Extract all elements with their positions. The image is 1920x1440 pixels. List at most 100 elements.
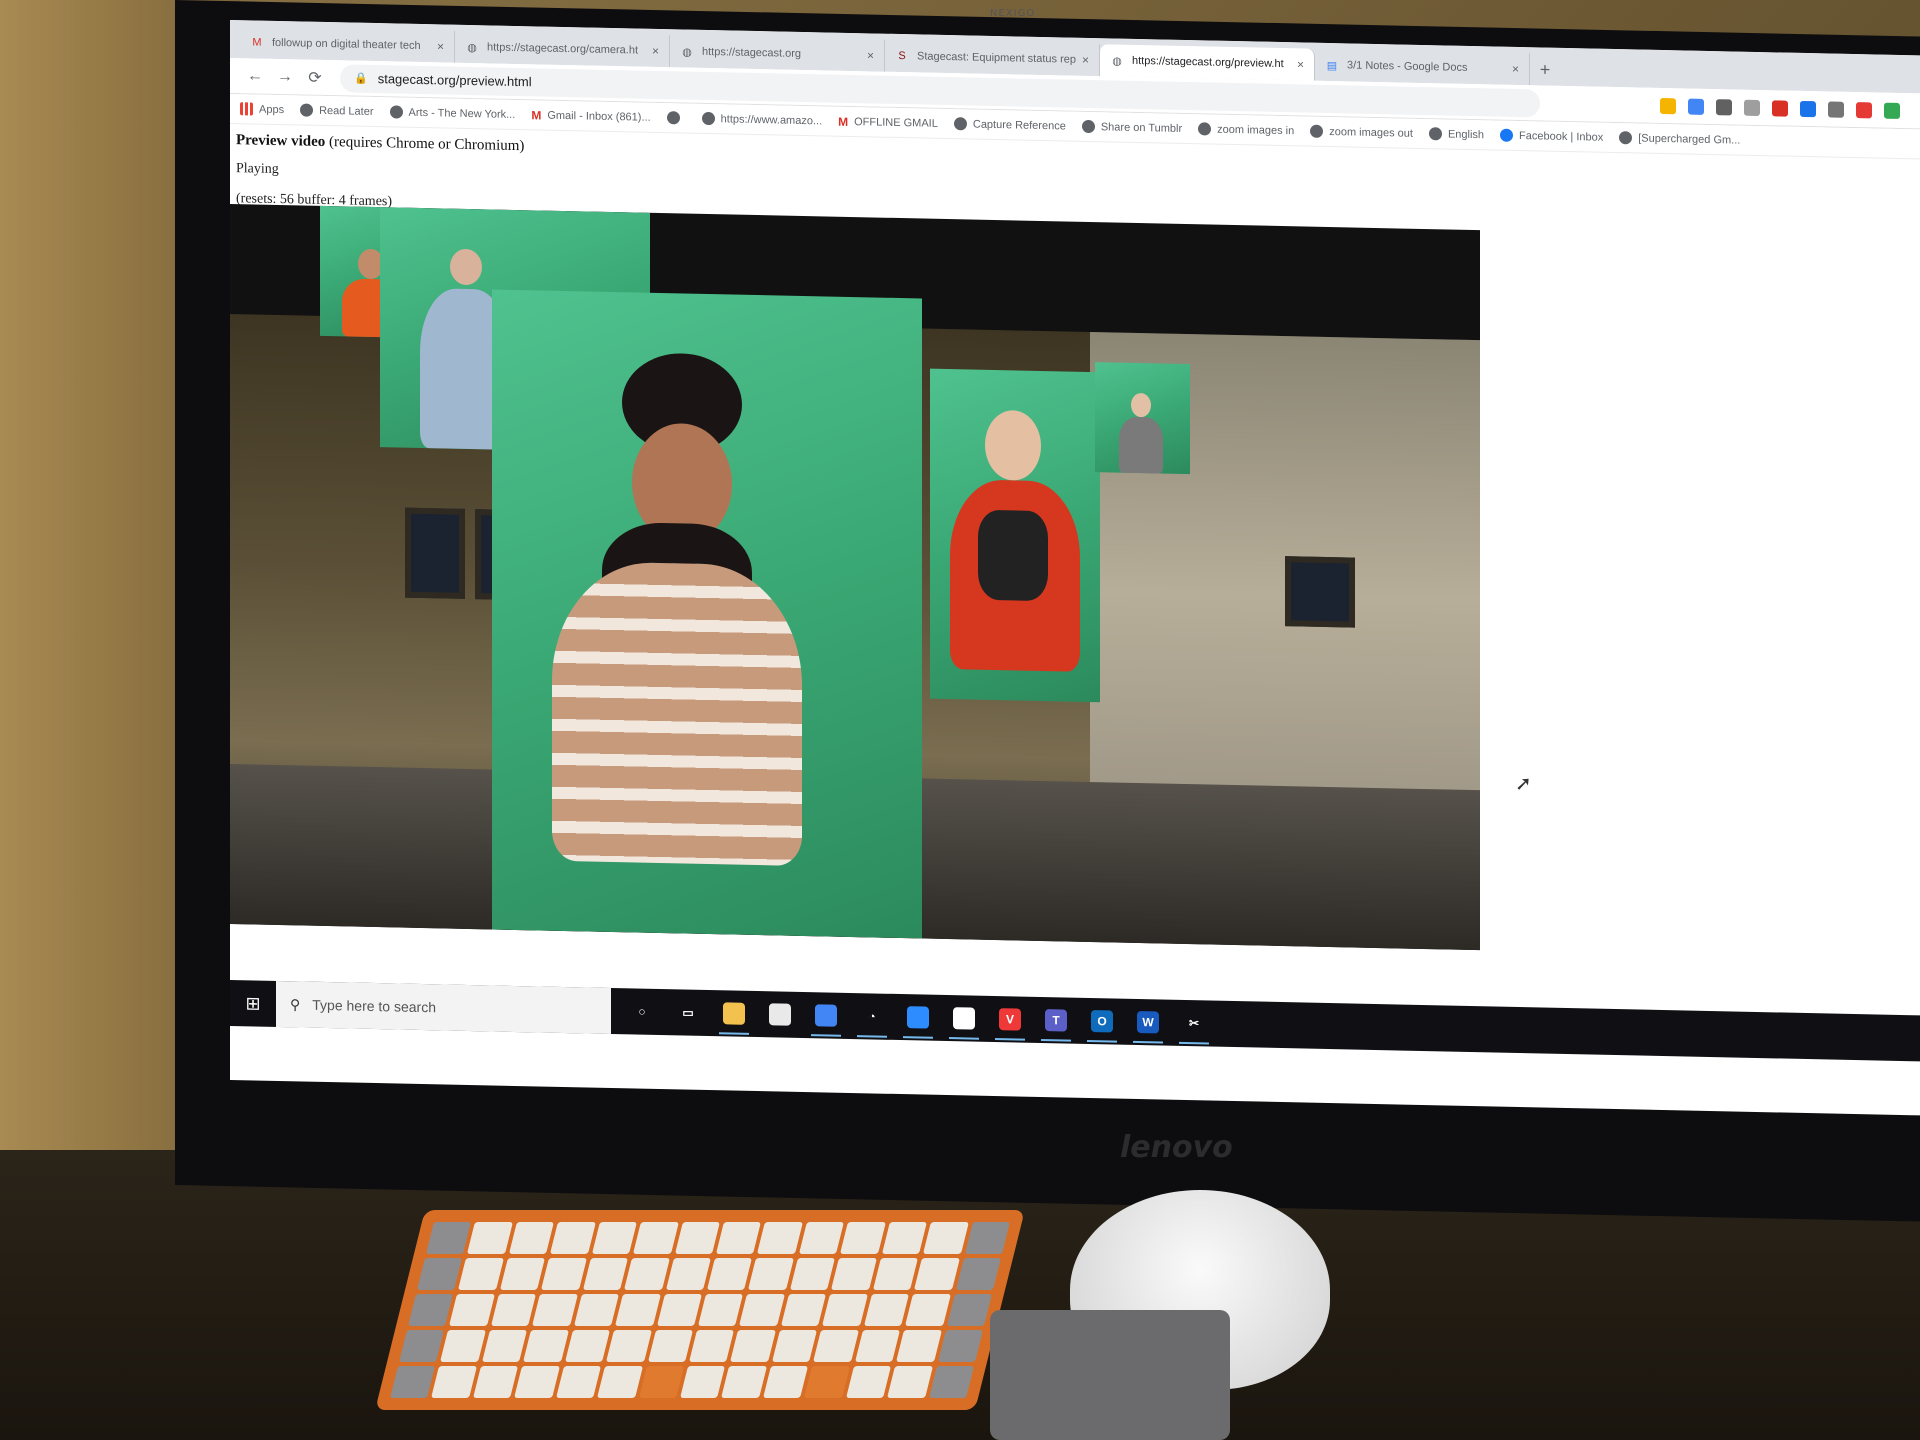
gmail-icon: M [531, 108, 542, 123]
tab-close-icon[interactable]: × [867, 48, 874, 62]
keyboard-key [706, 1258, 753, 1290]
keyboard-key [771, 1330, 818, 1362]
keyboard-key [872, 1258, 919, 1290]
bookmark-item[interactable]: zoom images in [1198, 122, 1294, 137]
tab-close-icon[interactable]: × [437, 39, 444, 53]
window-pane [405, 507, 465, 599]
browser-tab[interactable]: ◍ https://stagecast.org/camera.ht × [455, 30, 670, 68]
extension-icon[interactable] [1772, 99, 1788, 117]
file-explorer-icon[interactable] [711, 990, 757, 1037]
browser-tab[interactable]: ◍ https://stagecast.org/preview.ht × [1100, 44, 1315, 81]
bookmark-item[interactable]: Share on Tumblr [1081, 119, 1183, 135]
stanford-icon: S [898, 49, 906, 63]
keyboard-key [449, 1294, 495, 1326]
word-icon[interactable]: W [1125, 999, 1171, 1046]
bookmark-item[interactable]: Capture Reference [953, 117, 1066, 132]
extension-icon[interactable] [1884, 102, 1900, 119]
back-button[interactable]: ← [240, 67, 270, 86]
preview-video[interactable] [230, 204, 1480, 951]
reload-button[interactable]: ⟳ [300, 67, 330, 88]
task-view-icon[interactable]: ▭ [665, 989, 711, 1036]
bookmark-item[interactable]: M Gmail - Inbox (861)... [531, 108, 650, 123]
keyboard-key [633, 1222, 679, 1254]
new-tab-button[interactable]: + [1530, 53, 1560, 86]
snip-icon[interactable]: ✂ [1171, 1000, 1217, 1047]
bookmark-item[interactable]: zoom images out [1310, 124, 1413, 140]
extension-icon[interactable] [1716, 98, 1732, 115]
tab-close-icon[interactable]: × [1082, 53, 1089, 67]
keyboard-key [780, 1294, 827, 1326]
browser-tab[interactable]: S Stagecast: Equipment status rep × [885, 39, 1100, 77]
globe-icon [953, 117, 967, 131]
bookmark-item[interactable]: M OFFLINE GMAIL [838, 115, 938, 130]
bookmark-item[interactable]: Facebook | Inbox [1500, 128, 1604, 144]
keyboard-key [638, 1366, 685, 1398]
keyboard-key [541, 1258, 587, 1290]
extension-icon[interactable] [1744, 99, 1760, 116]
slack-icon[interactable] [941, 995, 987, 1042]
taskbar-search-box[interactable]: ⚲ Type here to search [276, 980, 611, 1034]
bookmark-label: English [1447, 128, 1485, 141]
bookmark-label: Share on Tumblr [1100, 120, 1183, 135]
bookmark-item[interactable]: Apps [240, 102, 284, 116]
keyboard-key [689, 1330, 735, 1362]
keyboard-key [458, 1258, 504, 1290]
windows-start-icon[interactable]: ⊞ [230, 980, 276, 1027]
keyboard-key [789, 1258, 836, 1290]
keyboard-key [748, 1258, 794, 1290]
keyboard-key [887, 1366, 933, 1398]
bookmark-label: zoom images in [1217, 123, 1295, 137]
extension-icon[interactable] [1856, 101, 1872, 118]
keyboard-key [914, 1258, 960, 1290]
keyboard-key [514, 1366, 560, 1398]
taskbar-app-glyph [769, 1003, 791, 1026]
tab-close-icon[interactable]: × [1297, 57, 1304, 71]
keyboard-key [523, 1330, 569, 1362]
url-text: stagecast.org/preview.html [377, 71, 532, 90]
tab-close-icon[interactable]: × [652, 44, 659, 58]
bookmark-item[interactable]: https://www.amazo... [701, 111, 823, 128]
bookmark-item[interactable]: English [1428, 127, 1485, 141]
bookmark-item[interactable]: [Supercharged Gm... [1619, 131, 1740, 147]
browser-tab[interactable]: ▤ 3/1 Notes - Google Docs × [1315, 48, 1530, 86]
keyboard-key [896, 1330, 942, 1362]
keyboard-key [813, 1330, 859, 1362]
keyboard-key [656, 1294, 702, 1326]
keyboard-key [591, 1222, 638, 1254]
tab-close-icon[interactable]: × [1512, 62, 1519, 76]
taskbar-app-glyph: ✂ [1183, 1011, 1205, 1035]
bookmark-label: Apps [259, 103, 285, 116]
extension-icon[interactable] [1688, 98, 1704, 115]
bookmark-item[interactable]: Read Later [300, 103, 374, 118]
keyboard-key [472, 1366, 519, 1398]
store-icon[interactable] [757, 991, 803, 1038]
keyboard-key [928, 1366, 975, 1398]
bookmark-item[interactable] [666, 111, 686, 125]
taskbar-search-placeholder: Type here to search [312, 996, 437, 1016]
forward-button[interactable]: → [270, 67, 300, 86]
teams-icon[interactable]: T [1033, 997, 1079, 1044]
extension-icon[interactable] [1828, 100, 1844, 118]
extension-icon[interactable] [1800, 100, 1816, 117]
vivaldi-icon[interactable]: V [987, 996, 1033, 1043]
chrome-icon[interactable] [803, 992, 849, 1039]
keyboard-key [854, 1330, 901, 1362]
tab-title: https://stagecast.org [702, 45, 802, 60]
bookmark-label: https://www.amazo... [720, 112, 823, 127]
cortana-icon[interactable]: ○ [619, 988, 665, 1035]
clock-app-icon[interactable]: ◔ [849, 993, 895, 1040]
keyboard-key [831, 1258, 877, 1290]
outlook-icon[interactable]: O [1079, 998, 1125, 1045]
browser-tab[interactable]: ◍ https://stagecast.org × [670, 35, 885, 72]
globe-icon [300, 103, 314, 117]
bookmark-item[interactable]: Arts - The New York... [389, 105, 515, 121]
keyboard-key [798, 1222, 845, 1254]
zoom-icon[interactable] [895, 994, 941, 1041]
keyboard-key [425, 1222, 472, 1254]
keyboard-key [431, 1366, 477, 1398]
keyboard-key [955, 1258, 1001, 1290]
star-icon[interactable] [1660, 97, 1676, 114]
browser-tab[interactable]: Mfollowup on digital theater tech × [240, 26, 455, 63]
bookmark-label: Facebook | Inbox [1519, 129, 1604, 144]
keyboard-key [390, 1366, 436, 1398]
